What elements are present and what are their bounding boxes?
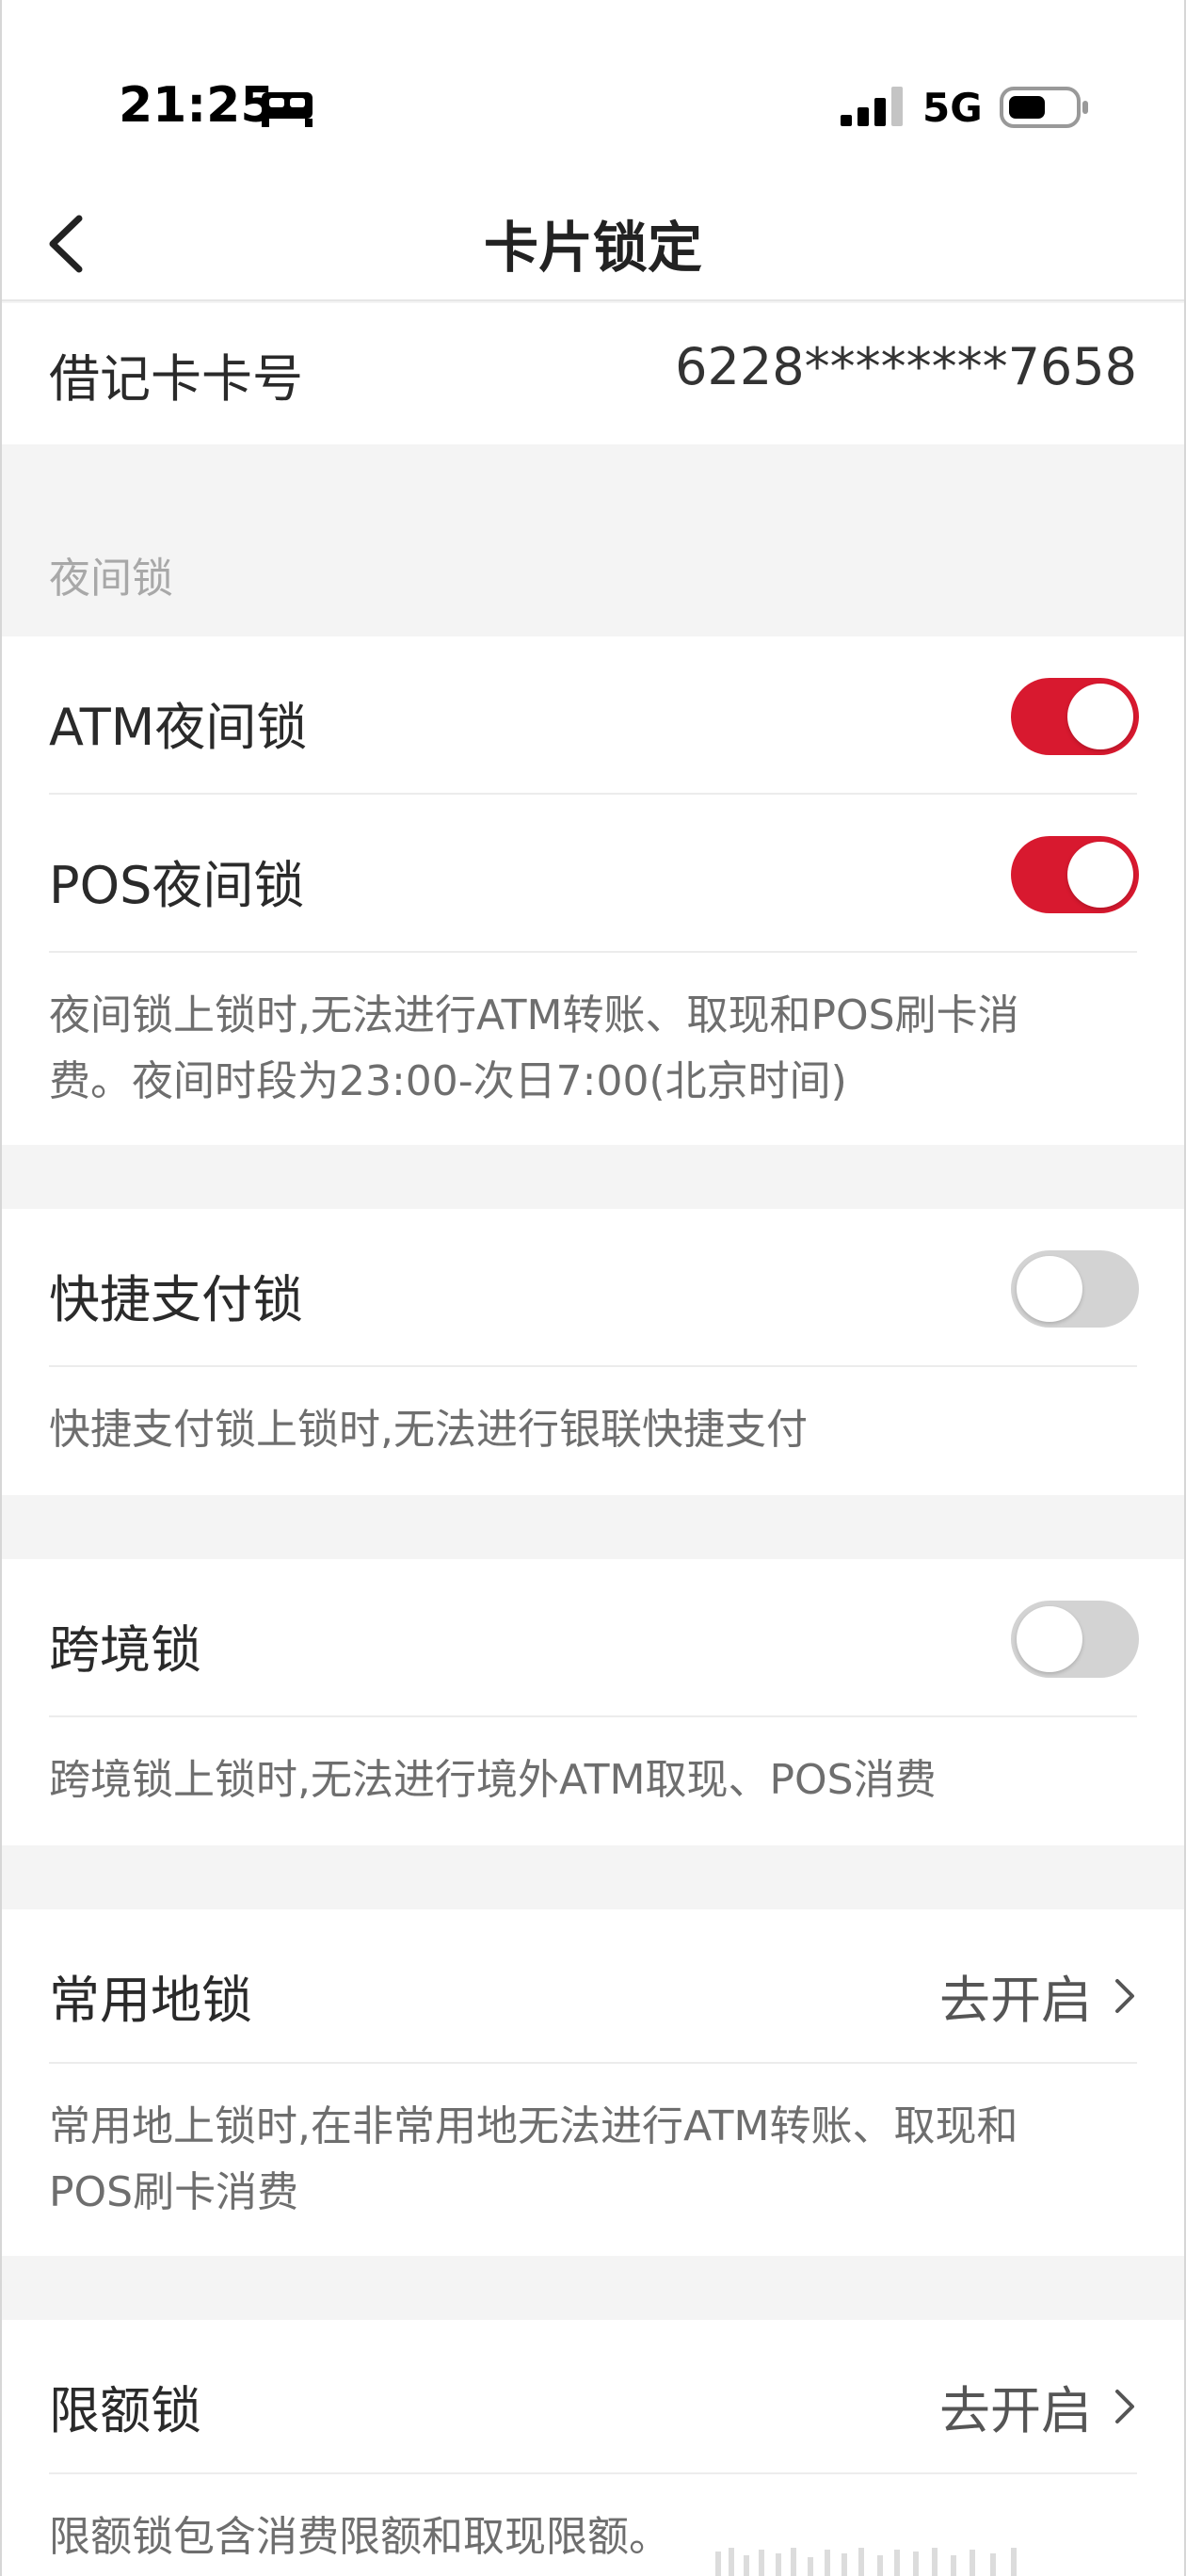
toggle-knob	[1017, 1256, 1082, 1322]
cross-border-lock-label: 跨境锁	[49, 1620, 201, 1680]
toggle-knob	[1067, 842, 1133, 908]
cross-border-lock-card: 跨境锁 跨境锁上锁时,无法进行境外ATM取现、POS消费	[0, 1559, 1186, 1845]
status-time: 21:25	[119, 77, 275, 134]
limit-lock-label: 限额锁	[49, 2381, 201, 2440]
battery-icon	[1000, 87, 1088, 128]
cross-border-lock-description: 跨境锁上锁时,无法进行境外ATM取现、POS消费	[49, 1756, 937, 1804]
frequent-location-lock-card: 常用地锁 去开启 常用地上锁时,在非常用地无法进行ATM转账、取现和POS刷卡消…	[0, 1909, 1186, 2256]
limit-lock-card: 限额锁 去开启 限额锁包含消费限额和取现限额。	[0, 2320, 1186, 2576]
atm-night-lock-label: ATM夜间锁	[49, 698, 308, 757]
card-number-label: 借记卡卡号	[49, 349, 303, 409]
divider	[49, 1715, 1137, 1717]
quick-pay-lock-label: 快捷支付锁	[49, 1270, 303, 1329]
night-lock-card: ATM夜间锁 POS夜间锁 夜间锁上锁时,无法进行ATM转账、取现和POS刷卡消…	[0, 636, 1186, 1145]
night-lock-section-label: 夜间锁	[49, 555, 173, 603]
quick-pay-lock-description: 快捷支付锁上锁时,无法进行银联快捷支付	[49, 1406, 808, 1454]
network-label: 5G	[922, 85, 983, 131]
pos-night-lock-toggle[interactable]	[1011, 836, 1139, 913]
limit-lock-enable-link[interactable]: 去开启	[939, 2369, 1137, 2443]
frequent-location-lock-description: 常用地上锁时,在非常用地无法进行ATM转账、取现和POS刷卡消费	[49, 2102, 1018, 2216]
toggle-knob	[1067, 684, 1133, 749]
pos-night-lock-label: POS夜间锁	[49, 856, 305, 915]
signal-icon	[841, 87, 903, 126]
bed-icon	[262, 92, 313, 127]
frequent-location-lock-label: 常用地锁	[49, 1971, 252, 2030]
night-lock-description: 夜间锁上锁时,无法进行ATM转账、取现和POS刷卡消费。夜间时段为23:00-次…	[49, 991, 1019, 1105]
frequent-location-lock-enable-link[interactable]: 去开启	[939, 1958, 1137, 2033]
divider	[49, 1365, 1137, 1367]
chevron-right-icon	[1115, 2389, 1134, 2423]
toggle-knob	[1017, 1606, 1082, 1672]
watermark-graphic	[715, 2548, 1017, 2576]
divider	[49, 951, 1137, 953]
divider	[49, 2472, 1137, 2474]
card-number-row: 借记卡卡号 6228********7658	[0, 303, 1186, 444]
chevron-right-icon	[1115, 1978, 1134, 2013]
cross-border-lock-toggle[interactable]	[1011, 1601, 1139, 1678]
nav-bar: 卡片锁定	[0, 188, 1186, 301]
status-bar: 21:25 5G	[0, 0, 1186, 188]
atm-night-lock-toggle[interactable]	[1011, 678, 1139, 755]
enable-link-label: 去开启	[939, 1971, 1092, 2030]
divider	[49, 2062, 1137, 2064]
quick-pay-lock-toggle[interactable]	[1011, 1250, 1139, 1328]
card-number-value: 6228********7658	[675, 337, 1137, 396]
enable-link-label: 去开启	[939, 2381, 1092, 2440]
quick-pay-lock-card: 快捷支付锁 快捷支付锁上锁时,无法进行银联快捷支付	[0, 1209, 1186, 1495]
divider	[49, 793, 1137, 795]
page-title: 卡片锁定	[483, 216, 702, 280]
